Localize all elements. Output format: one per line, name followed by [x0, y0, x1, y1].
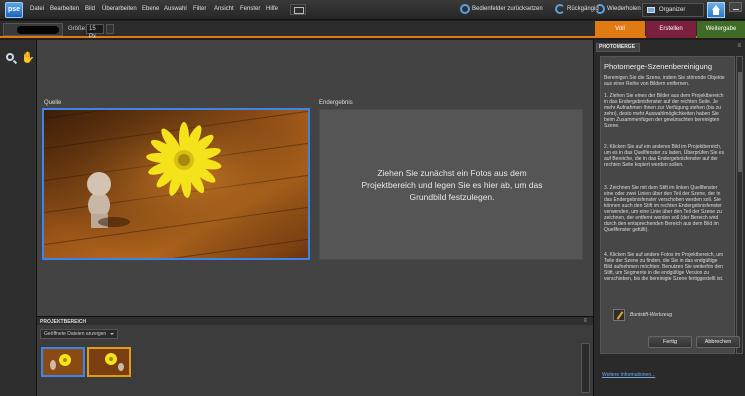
pencil-tool-label: Buntstift-Werkzeug	[630, 312, 673, 318]
bin-filter-label: Geöffnete Dateien anzeigen	[44, 331, 107, 337]
menu-hilfe[interactable]: Hilfe	[266, 6, 278, 12]
organizer-label: Organizer	[659, 7, 686, 13]
panel-intro: Bereinigen Sie die Szene, indem Sie stör…	[604, 75, 725, 87]
bin-filter-dropdown[interactable]: Geöffnete Dateien anzeigen	[40, 329, 118, 339]
source-photo	[44, 110, 308, 258]
reset-panels-icon	[460, 4, 470, 14]
tool-preset-picker[interactable]	[3, 23, 63, 36]
panel-heading: Photomerge-Szenenbereinigung	[604, 62, 712, 71]
tab-erstellen[interactable]: Erstellen	[646, 21, 696, 38]
panel-menu-icon[interactable]: ≡	[737, 43, 741, 49]
panel-scrollbar[interactable]	[736, 56, 743, 354]
layout-button[interactable]	[290, 4, 306, 15]
thumbnail-image	[89, 349, 129, 375]
panel-step-1: 1. Ziehen Sie eines der Bilder aus dem P…	[604, 93, 724, 129]
redacted-preset-preview	[17, 26, 59, 34]
redo-button[interactable]: Wiederholen	[607, 6, 641, 12]
undo-button[interactable]: Rückgängig	[567, 6, 599, 12]
panel-step-2: 2. Klicken Sie auf ein anderes Bild im P…	[604, 144, 725, 168]
reset-panels-button[interactable]: Bedienfelder zurücksetzen	[472, 6, 543, 12]
menu-bar: pse Datei Bearbeiten Bild Überarbeiten E…	[0, 0, 745, 20]
result-label: Endergebnis	[319, 100, 353, 106]
photomerge-panel: PHOTOMERGE ≡ Photomerge-Szenenbereinigun…	[593, 40, 745, 396]
zoom-tool-icon[interactable]	[6, 53, 14, 61]
panel-tab-photomerge[interactable]: PHOTOMERGE	[596, 43, 640, 52]
app-logo[interactable]: pse	[5, 2, 23, 18]
menu-fenster[interactable]: Fenster	[240, 6, 260, 12]
size-dropdown-arrow[interactable]	[106, 24, 114, 34]
size-label: Größe:	[68, 26, 87, 32]
menu-bild[interactable]: Bild	[85, 6, 95, 12]
panel-step-3: 3. Zeichnen Sie mit dem Stift im linken …	[604, 185, 722, 233]
result-drop-hint: Ziehen Sie zunächst ein Fotos aus dem Pr…	[361, 168, 543, 202]
home-icon[interactable]	[707, 2, 725, 18]
photomerge-workspace: Quelle Endergebnis Ziehen Sie zunächst e…	[37, 40, 593, 316]
menu-auswahl[interactable]: Auswahl	[164, 6, 187, 12]
menu-ebene[interactable]: Ebene	[142, 6, 159, 12]
result-canvas[interactable]: Ziehen Sie zunächst ein Fotos aus dem Pr…	[319, 109, 583, 260]
tab-weitergabe[interactable]: Weitergabe	[697, 21, 745, 38]
menu-ueberarbeiten[interactable]: Überarbeiten	[102, 6, 137, 12]
tools-toolbar: ✋	[0, 40, 37, 396]
done-button[interactable]: Fertig	[648, 336, 692, 348]
project-bin-header: PROJEKTBEREICH ≡	[37, 316, 593, 325]
more-info-link[interactable]: Weitere Informationen...	[602, 372, 655, 378]
thumbnail-image	[43, 349, 83, 375]
redo-icon	[595, 4, 605, 14]
minimize-button[interactable]	[729, 2, 742, 12]
menu-datei[interactable]: Datei	[30, 6, 44, 12]
bin-thumbnail-1[interactable]	[41, 347, 85, 377]
chevron-down-icon	[110, 333, 114, 335]
project-bin: Geöffnete Dateien anzeigen	[37, 325, 593, 396]
project-bin-menu-icon[interactable]: ≡	[583, 318, 587, 324]
menu-bearbeiten[interactable]: Bearbeiten	[50, 6, 79, 12]
bin-thumbnail-2[interactable]	[87, 347, 131, 377]
menu-ansicht[interactable]: Ansicht	[214, 6, 234, 12]
organizer-icon	[647, 7, 655, 13]
organizer-button[interactable]: Organizer	[642, 3, 704, 17]
size-field[interactable]: 15 Px	[86, 24, 104, 40]
pencil-tool-icon[interactable]	[613, 309, 625, 321]
panel-step-4: 4. Klicken Sie auf andere Fotos im Proje…	[604, 252, 724, 282]
source-canvas[interactable]	[42, 108, 310, 260]
tab-voll[interactable]: Voll	[595, 21, 645, 38]
menu-filter[interactable]: Filter	[193, 6, 206, 12]
source-label: Quelle	[44, 100, 62, 106]
cancel-button[interactable]: Abbrechen	[696, 336, 740, 348]
bin-scrollbar[interactable]	[581, 343, 590, 393]
panel-body: Photomerge-Szenenbereinigung Bereinigen …	[600, 56, 735, 354]
hand-tool-icon[interactable]: ✋	[21, 51, 35, 64]
undo-icon	[555, 4, 565, 14]
panel-scrollbar-thumb[interactable]	[738, 72, 742, 172]
tool-options-bar: Größe: 15 Px Voll Erstellen Weitergabe	[0, 21, 745, 40]
